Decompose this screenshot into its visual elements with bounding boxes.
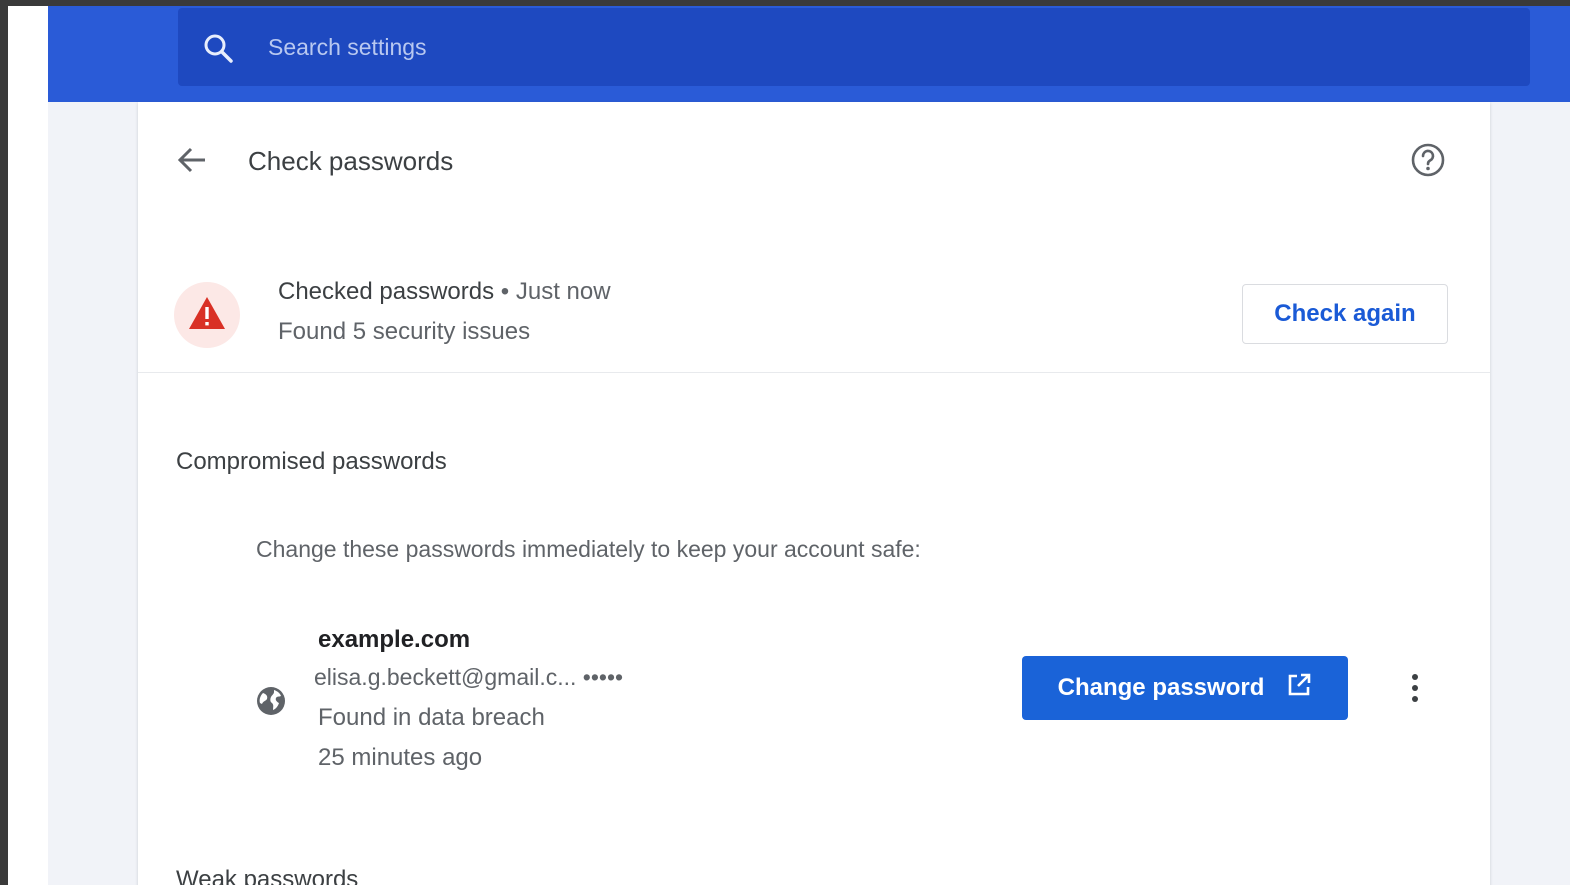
search-icon[interactable] [202,32,234,64]
entry-site: example.com [318,626,471,653]
left-gutter [8,6,48,885]
check-again-button[interactable]: Check again [1242,284,1448,344]
device-frame: Check passwords [0,0,1570,885]
issues-count-text: Found 5 security issues [278,318,531,345]
entry-time: 25 minutes ago [318,744,483,771]
page-header: Check passwords [138,102,1490,222]
warning-triangle-icon [187,295,227,336]
checked-time: Just now [515,278,611,305]
compromised-section-title: Compromised passwords [176,448,447,475]
back-button[interactable] [170,140,214,184]
password-check-status: Checked passwords • Just now Found 5 sec… [138,262,1490,373]
settings-header-bar [48,6,1570,102]
help-button[interactable] [1408,142,1448,182]
compromised-section-description: Change these passwords immediately to ke… [256,536,921,562]
search-box[interactable] [178,8,1530,86]
browser-viewport: Check passwords [8,6,1570,885]
change-password-label: Change password [1057,674,1265,701]
weak-section-title: Weak passwords [176,866,359,885]
globe-icon [254,684,288,718]
open-in-new-icon [1286,672,1312,705]
arrow-back-icon [176,144,208,181]
status-separator: • [500,278,510,305]
settings-card: Check passwords Checked passwords • Just… [138,102,1490,885]
page-title: Check passwords [248,146,454,176]
warning-badge [174,282,240,348]
entry-username: elisa.g.beckett@gmail.c... ••••• [314,664,624,690]
change-password-button[interactable]: Change password [1022,656,1348,720]
more-actions-button[interactable] [1400,670,1430,710]
search-input[interactable] [268,30,1468,64]
checked-passwords-label: Checked passwords [278,278,495,305]
help-circle-icon [1410,142,1446,183]
list-item: example.com elisa.g.beckett@gmail.c... •… [138,614,1490,784]
entry-status: Found in data breach [318,704,545,731]
more-vert-icon [1411,673,1419,708]
status-summary: Checked passwords • Just now [278,278,611,306]
